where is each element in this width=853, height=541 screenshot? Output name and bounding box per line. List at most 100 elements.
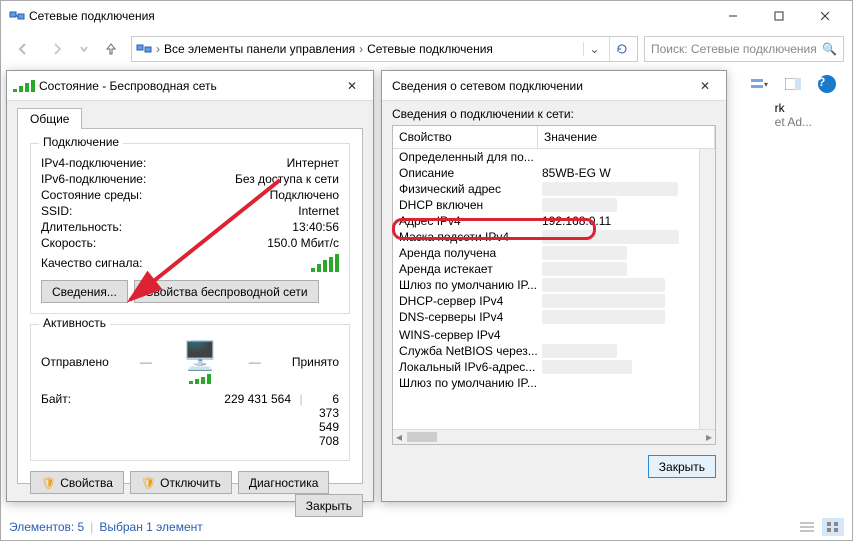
preview-pane-button[interactable] xyxy=(778,73,808,95)
table-row[interactable]: Локальный IPv6-адрес...fe80:: xyxy=(393,359,699,375)
refresh-button[interactable] xyxy=(609,37,633,61)
col-property[interactable]: Свойство xyxy=(393,126,538,148)
adapter-item[interactable]: rk et Ad... xyxy=(775,101,812,129)
value-cell xyxy=(538,328,699,342)
table-row[interactable]: DNS-серверы IPv4192.168.0.1 xyxy=(393,309,699,325)
monitor-icon: 🖥️ xyxy=(183,339,218,372)
property-cell: Физический адрес xyxy=(393,182,538,196)
back-button[interactable] xyxy=(9,35,37,63)
ssid-label: SSID: xyxy=(41,204,191,218)
close-icon[interactable]: ✕ xyxy=(690,79,720,93)
ipv4-label: IPv4-подключение: xyxy=(41,156,191,170)
property-cell: DHCP-сервер IPv4 xyxy=(393,294,538,308)
search-icon[interactable]: 🔍 xyxy=(822,42,837,56)
breadcrumb-root[interactable]: Все элементы панели управления xyxy=(164,42,355,56)
adapter-desc: et Ad... xyxy=(775,115,812,129)
properties-button[interactable]: 🛡Свойства xyxy=(30,471,124,494)
table-row[interactable]: Описание85WB-EG W xyxy=(393,165,699,181)
media-value: Подключено xyxy=(191,188,339,202)
value-cell: 192.168.0.1 xyxy=(538,278,699,292)
bytes-label: Байт: xyxy=(41,392,191,448)
activity-legend: Активность xyxy=(39,316,110,330)
status-dialog: Состояние - Беспроводная сеть ✕ Общие По… xyxy=(6,70,374,502)
table-row[interactable]: Адрес IPv4192.168.0.11 xyxy=(393,213,699,229)
search-input[interactable]: Поиск: Сетевые подключения 🔍 xyxy=(644,36,844,62)
property-cell: Шлюз по умолчанию IP... xyxy=(393,376,538,390)
maximize-button[interactable] xyxy=(756,1,802,31)
table-row[interactable]: Физический адресXX-XX-XX-XX xyxy=(393,181,699,197)
crumb-sep-icon[interactable]: › xyxy=(359,42,363,56)
status-dialog-title: Состояние - Беспроводная сеть xyxy=(35,79,337,93)
details-dialog: Сведения о сетевом подключении ✕ Сведени… xyxy=(381,70,727,502)
up-button[interactable] xyxy=(97,35,125,63)
close-button[interactable]: Закрыть xyxy=(648,455,716,478)
status-selected: Выбран 1 элемент xyxy=(99,520,202,534)
minimize-button[interactable] xyxy=(710,1,756,31)
media-label: Состояние среды: xyxy=(41,188,191,202)
table-row[interactable]: Определенный для по... xyxy=(393,149,699,165)
layout-button[interactable]: ▾ xyxy=(744,73,774,95)
horizontal-scrollbar[interactable]: ◂ ▸ xyxy=(393,429,715,444)
recent-locations-button[interactable] xyxy=(77,35,91,63)
icons-view-button[interactable] xyxy=(822,518,844,536)
forward-button[interactable] xyxy=(43,35,71,63)
breadcrumb-leaf[interactable]: Сетевые подключения xyxy=(367,42,493,56)
connection-legend: Подключение xyxy=(39,135,123,149)
details-list-label: Сведения о подключении к сети: xyxy=(392,107,716,121)
value-cell: Да xyxy=(538,344,699,358)
value-cell: 192.168.0.11 xyxy=(538,214,699,228)
property-cell: Аренда получена xyxy=(393,246,538,260)
details-listview[interactable]: Свойство Значение Определенный для по...… xyxy=(392,125,716,445)
signal-icon xyxy=(13,80,35,92)
duration-label: Длительность: xyxy=(41,220,191,234)
speed-value: 150.0 Мбит/c xyxy=(191,236,339,250)
close-button[interactable]: Закрыть xyxy=(295,494,363,517)
table-row[interactable]: WINS-сервер IPv4 xyxy=(393,327,699,343)
sent-label: Отправлено xyxy=(41,355,109,369)
table-row[interactable]: Маска подсети IPv4255.255.255.0 xyxy=(393,229,699,245)
value-cell: 85WB-EG W xyxy=(538,166,699,180)
scroll-thumb[interactable] xyxy=(407,432,437,442)
ipv4-value: Интернет xyxy=(191,156,339,170)
value-cell: 192.168.0.1 xyxy=(538,310,699,324)
shield-icon: 🛡 xyxy=(41,476,56,490)
help-button[interactable]: ? xyxy=(812,73,842,95)
wifi-properties-button[interactable]: Свойства беспроводной сети xyxy=(134,280,319,303)
value-cell: fe80:: xyxy=(538,360,699,374)
table-row[interactable]: Аренда полученадата xyxy=(393,245,699,261)
diagnose-button[interactable]: Диагностика xyxy=(238,471,330,494)
ipv6-value: Без доступа к сети xyxy=(191,172,339,186)
search-placeholder: Поиск: Сетевые подключения xyxy=(651,42,817,56)
crumb-sep-icon[interactable]: › xyxy=(156,42,160,56)
value-cell: XX-XX-XX-XX xyxy=(538,182,699,196)
activity-group: Активность Отправлено — 🖥️ — Принято Бай… xyxy=(30,324,350,461)
table-row[interactable]: Аренда истекаетдата xyxy=(393,261,699,277)
table-row[interactable]: Шлюз по умолчанию IP... xyxy=(393,375,699,391)
ipv6-label: IPv6-подключение: xyxy=(41,172,191,186)
address-history-button[interactable]: ⌄ xyxy=(583,42,605,56)
duration-value: 13:40:56 xyxy=(191,220,339,234)
bytes-recv: 6 373 549 708 xyxy=(311,392,339,448)
tab-general[interactable]: Общие xyxy=(17,108,82,129)
close-button[interactable] xyxy=(802,1,848,31)
network-icon xyxy=(9,8,25,24)
value-cell xyxy=(538,376,699,390)
details-button[interactable]: Сведения... xyxy=(41,280,128,303)
value-cell: Да xyxy=(538,198,699,212)
table-row[interactable]: DHCP-сервер IPv4192.168.0.1 xyxy=(393,293,699,309)
property-cell: WINS-сервер IPv4 xyxy=(393,328,538,342)
details-view-button[interactable] xyxy=(796,518,818,536)
close-icon[interactable]: ✕ xyxy=(337,79,367,93)
address-bar[interactable]: › Все элементы панели управления › Сетев… xyxy=(131,36,638,62)
table-row[interactable]: Шлюз по умолчанию IP...192.168.0.1 xyxy=(393,277,699,293)
ssid-value: Internet xyxy=(191,204,339,218)
details-rows: Определенный для по...Описание85WB-EG WФ… xyxy=(393,149,699,429)
bytes-sent: 229 431 564 xyxy=(191,392,291,448)
disable-button[interactable]: 🛡Отключить xyxy=(130,471,232,494)
value-cell: 255.255.255.0 xyxy=(538,230,699,244)
table-row[interactable]: DHCP включенДа xyxy=(393,197,699,213)
table-row[interactable]: Служба NetBIOS через...Да xyxy=(393,343,699,359)
col-value[interactable]: Значение xyxy=(538,126,715,148)
property-cell: Служба NetBIOS через... xyxy=(393,344,538,358)
vertical-scrollbar[interactable] xyxy=(699,149,715,429)
